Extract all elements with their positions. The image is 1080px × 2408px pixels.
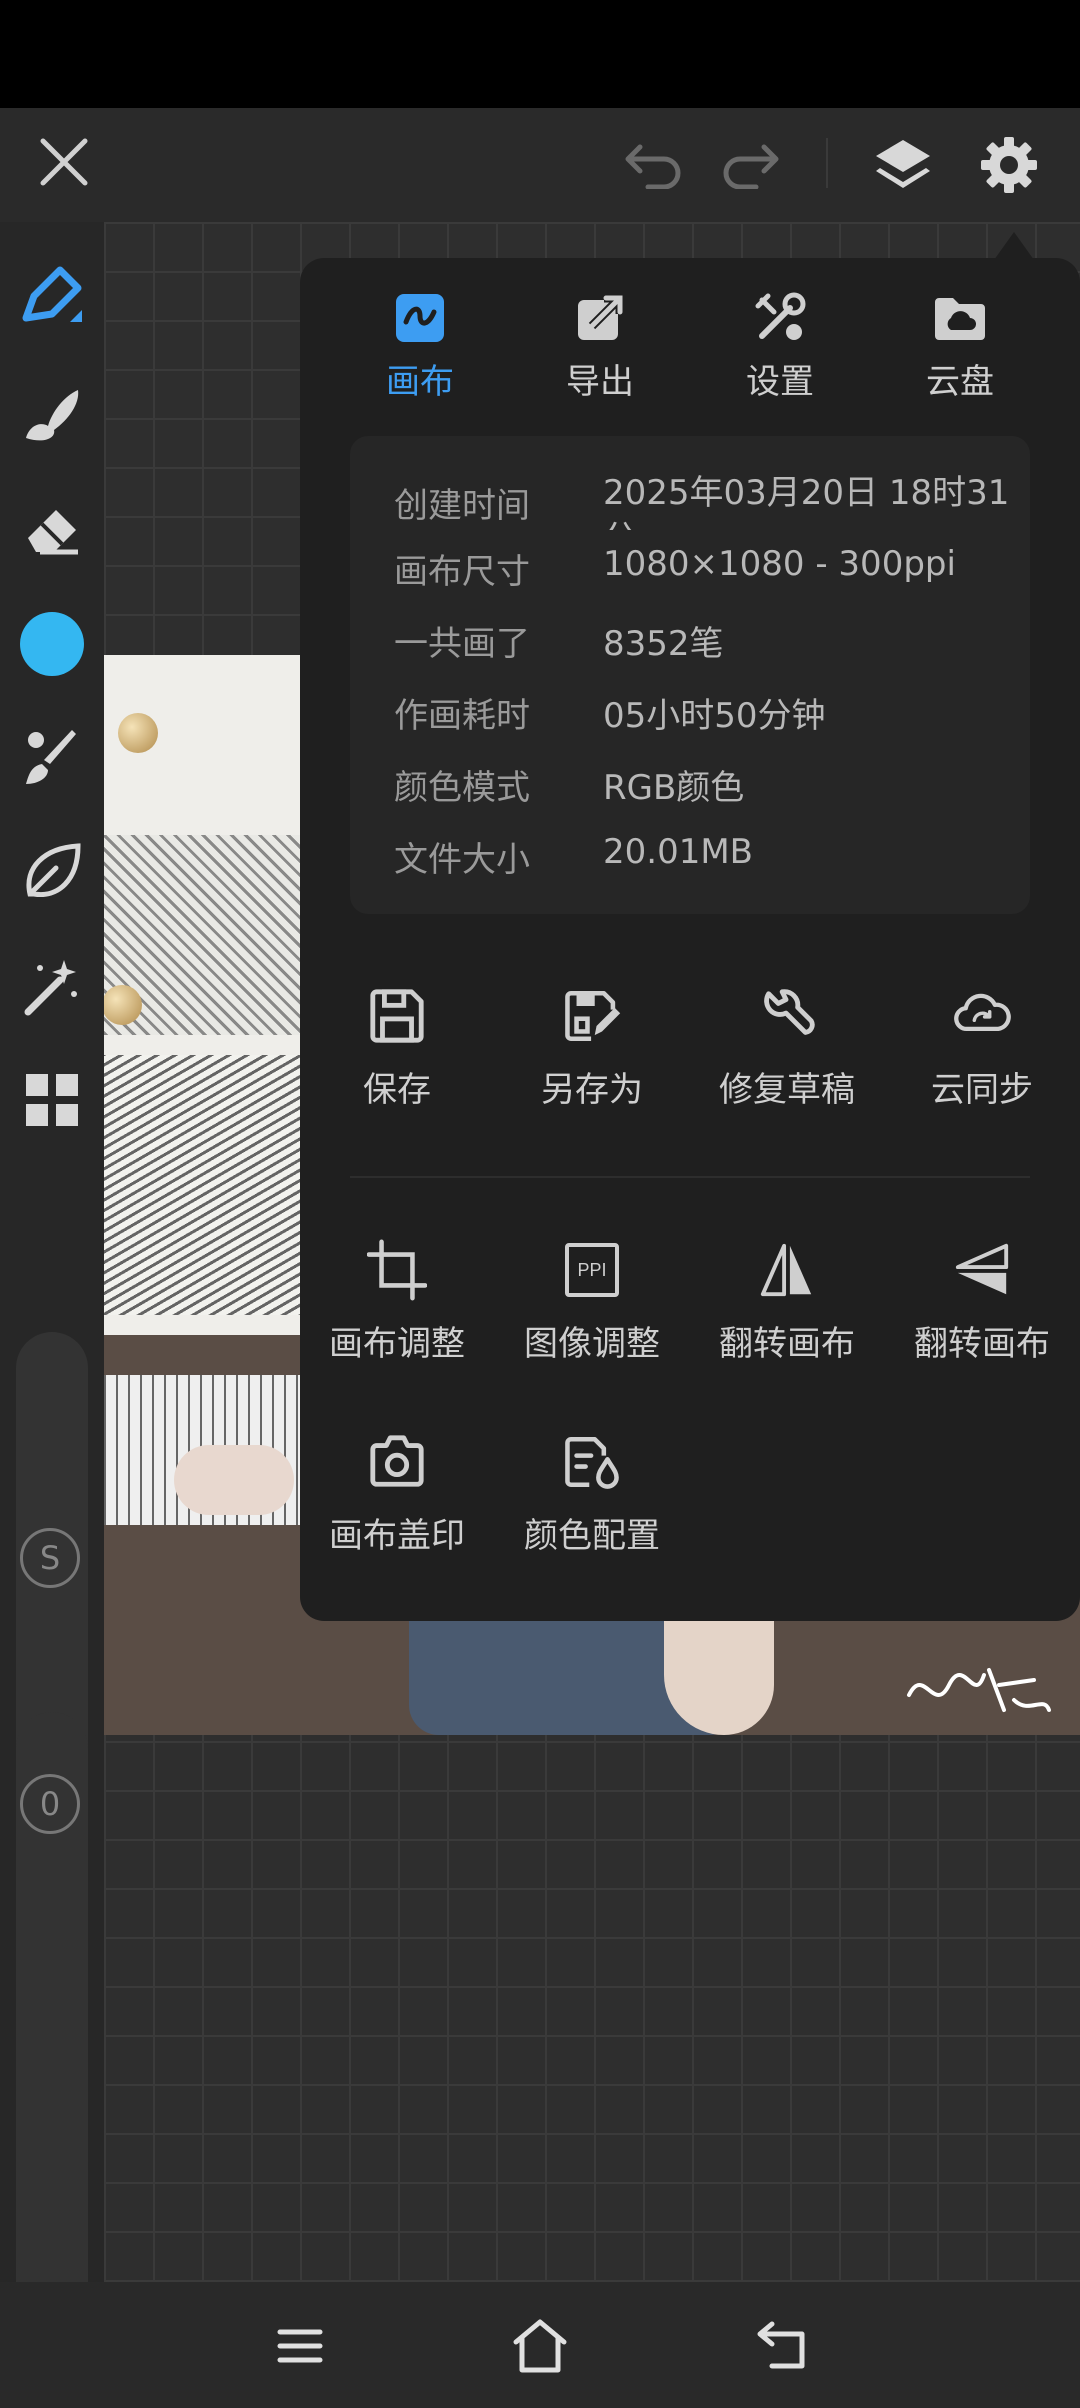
opacity-slider-badge: 0 [20,1774,80,1834]
panel-caret [994,232,1034,260]
save-as-button[interactable]: 另存为 [497,982,687,1132]
canvas-info-box: 创建时间 2025年03月20日 18时31分 画布尺寸 1080×1080 -… [350,436,1030,914]
magic-wand-icon[interactable] [16,950,88,1022]
status-bar [0,0,1080,108]
tab-canvas[interactable]: 画布 [330,288,510,408]
info-row-file-size: 文件大小 20.01MB [350,832,1030,904]
crop-icon [367,1236,427,1304]
home-icon[interactable] [506,2312,574,2380]
color-swatch[interactable] [20,612,84,676]
left-toolbar: S 0 [0,222,104,2362]
cloud-sync-icon [952,982,1012,1050]
grid-icon[interactable] [16,1064,88,1136]
tab-export[interactable]: 导出 [510,288,690,408]
info-label: 一共画了 [394,624,530,664]
system-nav-bar [0,2282,1080,2408]
canvas-menu-panel: 画布 导出 设置 云盘 创建时间 2025年03月20日 18时31分 画布尺寸… [300,258,1080,1621]
flip-horizontal-button[interactable]: 翻转画布 [692,1236,882,1386]
menu-icon[interactable] [268,2314,332,2378]
wrench-icon [757,982,817,1050]
info-row-size: 画布尺寸 1080×1080 - 300ppi [350,544,1030,616]
export-icon [570,288,630,348]
image-adjust-button[interactable]: PPI 图像调整 [497,1236,687,1386]
flip-horizontal-icon [757,1236,817,1304]
tab-export-label: 导出 [566,362,634,402]
canvas-icon [390,288,450,348]
flip-vertical-label: 翻转画布 [914,1324,1050,1364]
tab-settings-label: 设置 [746,362,814,402]
info-value: 8352笔 [603,624,724,664]
info-row-created: 创建时间 2025年03月20日 18时31分 [350,470,1030,530]
toolbar-separator [826,138,828,188]
redo-icon[interactable] [718,134,782,194]
undo-icon[interactable] [622,134,686,194]
info-value: 20.01MB [603,832,753,872]
info-row-time: 作画耗时 05小时50分钟 [350,688,1030,760]
save-button[interactable]: 保存 [302,982,492,1132]
top-bar [0,108,1080,222]
info-value: 2025年03月20日 18时31分 [603,473,1010,530]
color-profile-label: 颜色配置 [524,1516,660,1556]
flip-vertical-icon [952,1236,1012,1304]
color-profile-icon [562,1428,622,1496]
layers-icon[interactable] [868,130,938,200]
info-label: 颜色模式 [394,768,530,808]
back-icon[interactable] [748,2312,816,2380]
gear-icon[interactable] [974,130,1044,200]
cloud-sync-label: 云同步 [931,1070,1033,1110]
info-row-color-mode: 颜色模式 RGB颜色 [350,760,1030,832]
tab-cloud-drive[interactable]: 云盘 [870,288,1050,408]
canvas-stamp-button[interactable]: 画布盖印 [302,1428,492,1578]
brush-icon[interactable] [16,378,88,450]
info-label: 作画耗时 [394,696,530,736]
panel-divider [350,1176,1030,1178]
info-row-strokes: 一共画了 8352笔 [350,616,1030,688]
ppi-icon: PPI [562,1236,622,1304]
cloud-folder-icon [930,288,990,348]
info-value: RGB颜色 [603,768,745,808]
leaf-icon[interactable] [16,836,88,908]
tab-canvas-label: 画布 [386,362,454,402]
info-label: 创建时间 [394,486,530,526]
color-profile-button[interactable]: 颜色配置 [497,1428,687,1578]
close-icon[interactable] [34,132,94,192]
tab-cloud-drive-label: 云盘 [926,362,994,402]
info-label: 画布尺寸 [394,552,530,592]
canvas-adjust-button[interactable]: 画布调整 [302,1236,492,1386]
tools-icon [750,288,810,348]
info-label: 文件大小 [394,840,530,880]
flip-vertical-button[interactable]: 翻转画布 [887,1236,1077,1386]
eraser-icon[interactable] [16,494,88,566]
pencil-icon[interactable] [16,262,88,334]
tab-settings[interactable]: 设置 [690,288,870,408]
repair-draft-button[interactable]: 修复草稿 [692,982,882,1132]
size-slider-badge: S [20,1528,80,1588]
paint-brush-icon[interactable] [16,722,88,794]
cloud-sync-button[interactable]: 云同步 [887,982,1077,1132]
camera-icon [367,1428,427,1496]
info-value: 05小时50分钟 [603,696,826,736]
save-as-icon [562,982,622,1050]
save-icon [367,982,427,1050]
info-value: 1080×1080 - 300ppi [603,544,956,584]
